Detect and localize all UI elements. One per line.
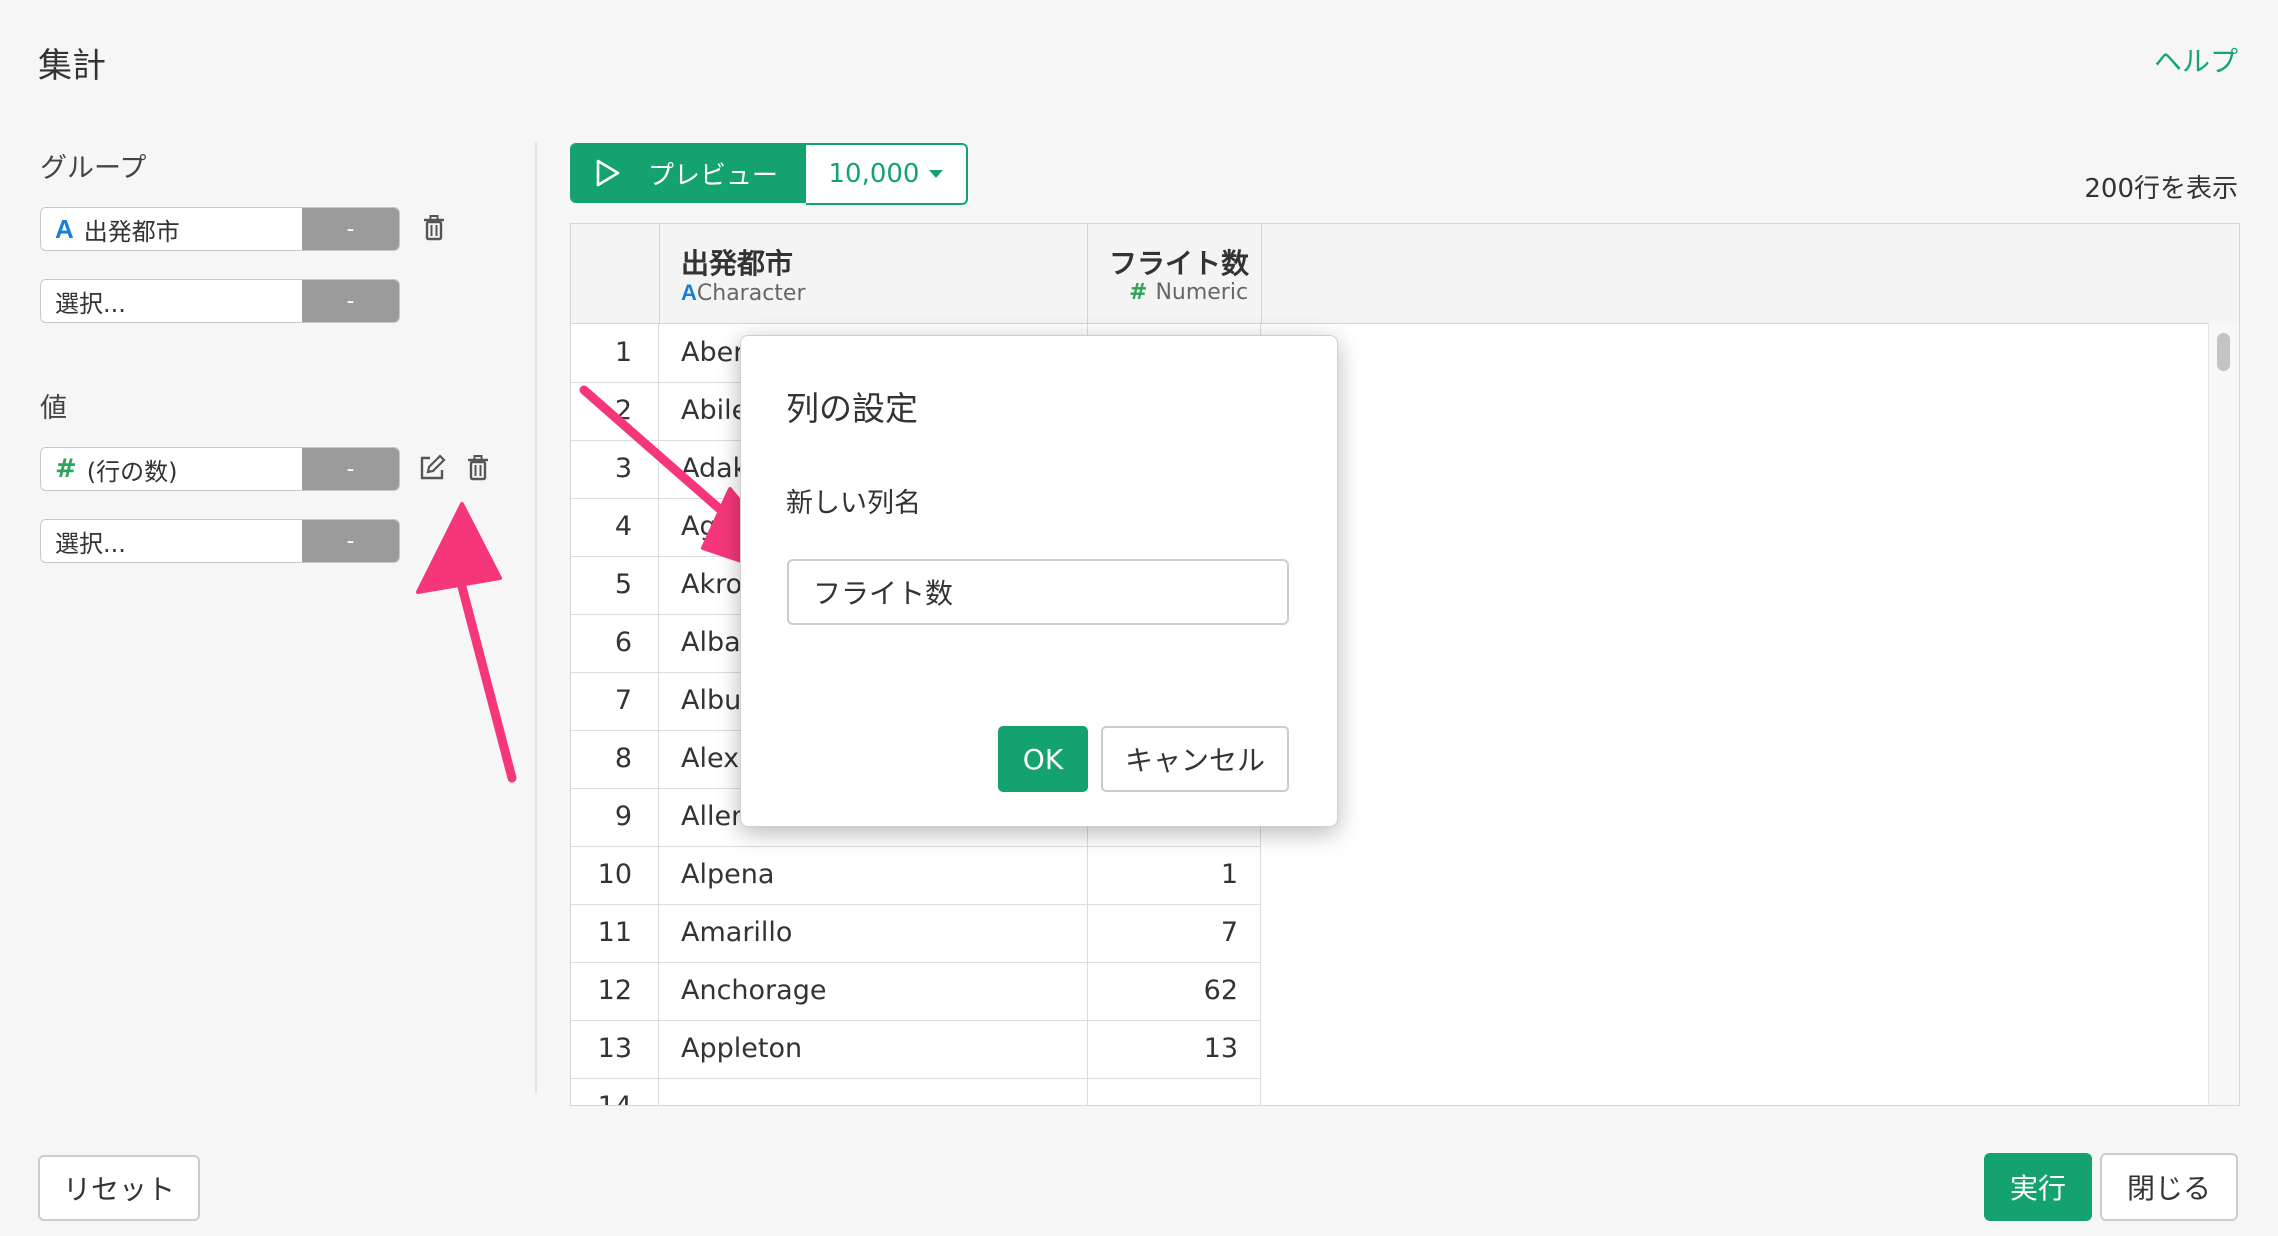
column-type: ACharacter — [681, 280, 806, 306]
column-header-city[interactable]: 出発都市 ACharacter — [659, 224, 1088, 323]
trash-icon[interactable] — [418, 212, 450, 244]
row-number: 1 — [571, 324, 659, 382]
city-cell: Allen — [681, 801, 749, 832]
numeric-type-icon: # — [1129, 280, 1148, 305]
character-type-icon: A — [681, 280, 697, 305]
city-cell: Albu — [681, 685, 742, 716]
city-cell: Alba — [681, 627, 741, 658]
reset-button[interactable]: リセット — [38, 1155, 200, 1221]
row-number: 3 — [571, 440, 659, 498]
flight-count-cell: 7 — [1087, 904, 1261, 962]
value-add-dropdown-button[interactable]: - — [302, 520, 399, 562]
column-header-flights[interactable]: フライト数 # Numeric — [1087, 224, 1262, 323]
help-link[interactable]: ヘルプ — [2154, 40, 2238, 80]
preview-label: プレビュー — [648, 160, 779, 191]
row-number: 13 — [571, 1020, 659, 1078]
caret-down-icon — [929, 170, 944, 178]
group-column-value: 出発都市 — [83, 217, 180, 246]
numeric-type-icon: # — [55, 454, 77, 484]
row-number: 2 — [571, 382, 659, 440]
value-column-dropdown-button[interactable]: - — [302, 448, 399, 490]
group-column-dropdown-button[interactable]: - — [302, 208, 399, 250]
row-number: 5 — [571, 556, 659, 614]
group-section-label: グループ — [40, 153, 147, 184]
table-row[interactable]: 14 — [571, 1078, 1261, 1105]
flight-count-cell: 62 — [1087, 962, 1261, 1020]
column-name: 出発都市 — [681, 247, 794, 280]
trash-icon[interactable] — [462, 452, 494, 484]
value-add-placeholder: 選択... — [55, 529, 126, 558]
run-button[interactable]: 実行 — [1984, 1153, 2092, 1221]
play-icon — [596, 159, 620, 187]
column-type-label: Numeric — [1155, 280, 1249, 305]
row-number: 10 — [571, 846, 659, 904]
flight-count-cell — [1087, 1078, 1261, 1105]
group-column-select[interactable]: A 出発都市 - — [40, 207, 400, 251]
city-cell: Adak — [681, 453, 749, 484]
dialog-title: 列の設定 — [786, 389, 918, 428]
city-cell: Amarillo — [681, 917, 793, 948]
row-limit-value: 10,000 — [828, 159, 920, 189]
group-add-select[interactable]: 選択... - — [40, 279, 400, 323]
table-row[interactable]: 13 Appleton 13 — [571, 1020, 1261, 1079]
city-cell: Ag — [681, 511, 717, 542]
group-add-dropdown-button[interactable]: - — [302, 280, 399, 322]
column-type: # Numeric — [1129, 280, 1248, 305]
page-title: 集計 — [38, 46, 106, 86]
city-cell: Abile — [681, 395, 749, 426]
row-number: 6 — [571, 614, 659, 672]
row-number-header — [571, 224, 660, 323]
row-number: 7 — [571, 672, 659, 730]
row-number: 8 — [571, 730, 659, 788]
column-type-label: Character — [696, 281, 806, 306]
preview-button[interactable]: プレビュー — [570, 143, 806, 203]
value-column-value: (行の数) — [86, 457, 178, 486]
city-cell: Aber — [681, 337, 745, 368]
column-name: フライト数 — [1109, 247, 1250, 280]
values-section-label: 値 — [40, 393, 67, 424]
table-row[interactable]: 12 Anchorage 62 — [571, 962, 1261, 1021]
table-row[interactable]: 11 Amarillo 7 — [571, 904, 1261, 963]
new-column-name-input[interactable] — [787, 559, 1289, 625]
grid-header: 出発都市 ACharacter フライト数 # Numeric — [571, 224, 2239, 324]
row-number: 4 — [571, 498, 659, 556]
value-column-select[interactable]: # (行の数) - — [40, 447, 400, 491]
table-row[interactable]: 10 Alpena 1 — [571, 846, 1261, 905]
city-cell: Akro — [681, 569, 743, 600]
city-cell: Appleton — [681, 1033, 803, 1064]
city-cell: Alpena — [681, 859, 775, 890]
row-limit-dropdown[interactable]: 10,000 — [806, 143, 968, 205]
scrollbar-thumb[interactable] — [2217, 333, 2230, 371]
panel-divider — [535, 142, 537, 1092]
row-number: 11 — [571, 904, 659, 962]
character-type-icon: A — [55, 213, 74, 244]
row-number: 9 — [571, 788, 659, 846]
value-add-select[interactable]: 選択... - — [40, 519, 400, 563]
vertical-scrollbar[interactable] — [2208, 323, 2239, 1105]
flight-count-cell: 13 — [1087, 1020, 1261, 1078]
edit-icon[interactable] — [416, 452, 448, 484]
rows-shown-label: 200行を表示 — [2084, 174, 2238, 204]
group-add-placeholder: 選択... — [55, 289, 126, 318]
cancel-button[interactable]: キャンセル — [1101, 726, 1289, 792]
new-column-name-label: 新しい列名 — [786, 488, 921, 519]
city-cell: Anchorage — [681, 975, 827, 1006]
ok-button[interactable]: OK — [998, 726, 1088, 792]
flight-count-cell: 1 — [1087, 846, 1261, 904]
close-button[interactable]: 閉じる — [2100, 1153, 2238, 1221]
row-number: 12 — [571, 962, 659, 1020]
column-settings-dialog: 列の設定 新しい列名 OK キャンセル — [740, 335, 1338, 827]
row-number: 14 — [571, 1078, 659, 1105]
